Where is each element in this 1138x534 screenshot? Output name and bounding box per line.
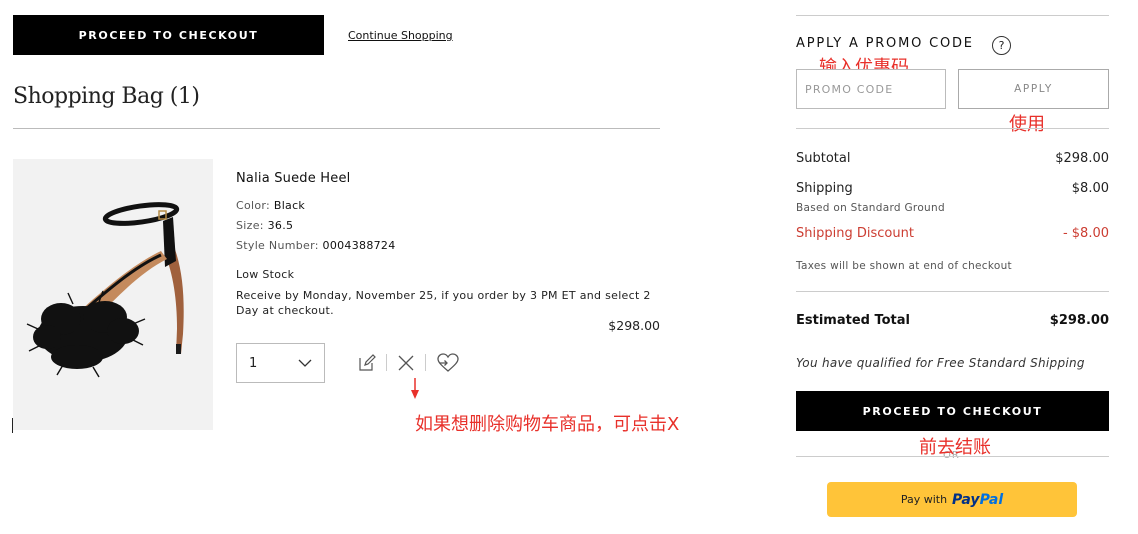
divider (796, 291, 1109, 292)
page-title: Shopping Bag (1) (13, 84, 200, 109)
free-shipping-note: You have qualified for Free Standard Shi… (796, 356, 1085, 370)
edit-icon[interactable] (356, 352, 378, 374)
color-label: Color: (236, 199, 271, 212)
annotation-arrow-icon (411, 378, 419, 399)
shipping-value: $8.00 (1071, 181, 1109, 196)
divider (796, 128, 1109, 129)
annotation-delete-hint: 如果想删除购物车商品，可点击X (415, 414, 680, 435)
divider (13, 128, 660, 129)
paypal-logo-pay: Pay (952, 491, 980, 508)
estimated-total-value: $298.00 (1049, 313, 1109, 328)
promo-heading: APPLY A PROMO CODE (796, 36, 974, 51)
shipping-method-note: Based on Standard Ground (796, 202, 945, 214)
shipping-discount-value: - $8.00 (1062, 226, 1109, 241)
subtotal-label: Subtotal (796, 151, 851, 166)
text-cursor (12, 418, 13, 433)
proceed-to-checkout-top-button[interactable]: PROCEED TO CHECKOUT (13, 15, 324, 55)
annotation-apply-hint: 使用 (1009, 114, 1045, 135)
divider (796, 456, 1109, 457)
item-price: $298.00 (608, 318, 660, 333)
wishlist-heart-icon[interactable] (437, 352, 459, 374)
product-color: Color: Black (236, 199, 305, 212)
estimated-total-label: Estimated Total (796, 313, 910, 328)
icon-divider (425, 354, 426, 371)
product-style-number: Style Number: 0004388724 (236, 239, 396, 252)
apply-promo-button[interactable]: APPLY (958, 69, 1109, 109)
divider (796, 15, 1109, 16)
paypal-logo-pal: Pal (979, 491, 1004, 508)
stock-status: Low Stock (236, 268, 295, 281)
close-icon[interactable] (395, 352, 417, 374)
size-value: 36.5 (267, 219, 294, 232)
product-image[interactable] (13, 159, 213, 430)
style-label: Style Number: (236, 239, 319, 252)
style-value: 0004388724 (322, 239, 396, 252)
product-size: Size: 36.5 (236, 219, 293, 232)
product-name[interactable]: Nalia Suede Heel (236, 171, 350, 186)
color-value: Black (273, 199, 306, 212)
promo-code-input[interactable] (796, 69, 946, 109)
chevron-down-icon (298, 356, 312, 371)
delivery-estimate: Receive by Monday, November 25, if you o… (236, 289, 651, 317)
quantity-select[interactable]: 1 (236, 343, 325, 383)
help-icon[interactable]: ? (992, 36, 1011, 55)
subtotal-value: $298.00 (1055, 151, 1109, 166)
shipping-label: Shipping (796, 181, 853, 196)
icon-divider (386, 354, 387, 371)
shipping-discount-label: Shipping Discount (796, 226, 914, 241)
size-label: Size: (236, 219, 264, 232)
shoe-illustration (13, 159, 213, 430)
quantity-value: 1 (249, 355, 258, 371)
continue-shopping-link[interactable]: Continue Shopping (348, 29, 453, 42)
taxes-note: Taxes will be shown at end of checkout (796, 260, 1012, 272)
proceed-to-checkout-button[interactable]: PROCEED TO CHECKOUT (796, 391, 1109, 431)
paypal-button[interactable]: Pay with PayPal (827, 482, 1077, 517)
paypal-logo: PayPal (952, 492, 1003, 508)
paypal-with-label: Pay with (900, 493, 948, 506)
